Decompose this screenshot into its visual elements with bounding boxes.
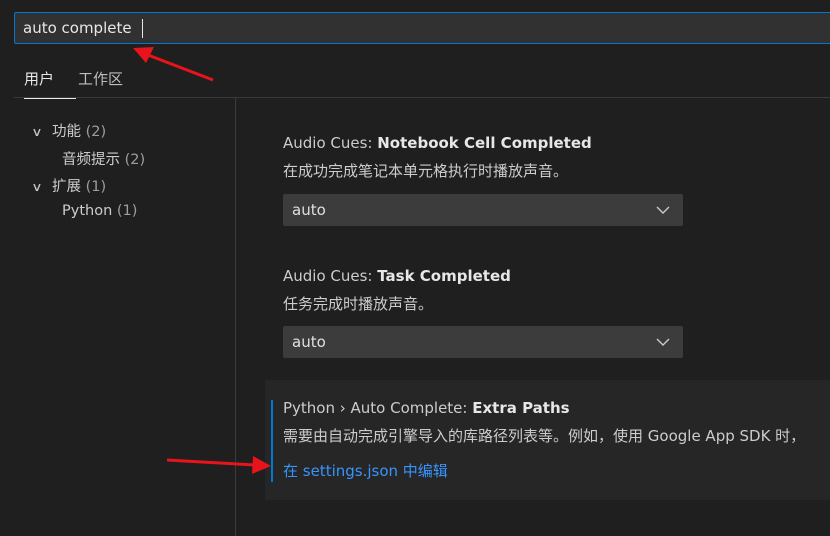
edit-in-settings-json-link[interactable]: 在 settings.json 中编辑 [283,460,448,481]
settings-scope-tabs: 用户 工作区 [14,60,830,99]
setting-title: Audio Cues: Task Completed [283,267,830,285]
tab-workspace[interactable]: 工作区 [78,68,123,98]
toc-item-count: (1) [116,203,138,219]
tab-workspace-label: 工作区 [78,70,124,88]
setting-category: Audio Cues: [283,267,378,285]
tab-user-label: 用户 [24,70,55,88]
setting-title: Python › Auto Complete: Extra Paths [283,399,830,417]
setting-name: Extra Paths [472,399,570,417]
setting-description: 任务完成时播放声音。 [283,295,434,313]
chevron-down-icon[interactable]: ∨ [31,125,54,139]
select-value: auto [292,201,326,219]
setting-name: Notebook Cell Completed [377,134,592,152]
toc-item-label: 音频提示 [62,152,120,168]
settings-toc: ∨ 功能 (2) 音频提示 (2) ∨ 扩展 (1) Python (1) [0,98,236,536]
setting-title: Audio Cues: Notebook Cell Completed [283,134,830,152]
setting-task-completed: Audio Cues: Task Completed 任务完成时播放声音。 [283,267,830,314]
toc-item-count: (2) [85,124,107,140]
focus-indicator [271,400,273,482]
settings-search-box[interactable] [14,12,830,44]
setting-category: Audio Cues: [283,134,378,152]
setting-python-extra-paths: Python › Auto Complete: Extra Paths 需要由自… [283,399,830,446]
setting-name: Task Completed [377,267,511,285]
toc-item-label: 扩展 [52,179,81,195]
task-completed-select[interactable]: auto [283,326,683,358]
tab-user[interactable]: 用户 [24,68,76,99]
toc-item-count: (1) [85,179,107,195]
chevron-down-icon [656,206,670,214]
select-value: auto [292,333,326,351]
text-caret [142,19,143,38]
notebook-cell-completed-select[interactable]: auto [283,194,683,226]
setting-description: 需要由自动完成引擎导入的库路径列表等。例如，使用 Google App SDK … [283,427,806,445]
toc-item-count: (2) [124,152,146,168]
setting-notebook-cell-completed: Audio Cues: Notebook Cell Completed 在成功完… [283,134,830,181]
toc-item-label: 功能 [52,124,81,140]
chevron-down-icon [656,338,670,346]
toc-item-extensions[interactable]: ∨ 扩展 (1) [31,175,107,196]
toc-item-python[interactable]: Python (1) [62,203,137,219]
setting-category: Python › Auto Complete: [283,399,473,417]
chevron-down-icon[interactable]: ∨ [31,180,54,194]
toc-item-audio-cues[interactable]: 音频提示 (2) [62,148,145,169]
settings-search-input[interactable] [23,13,623,43]
toc-item-label: Python [62,203,113,219]
toc-item-features[interactable]: ∨ 功能 (2) [31,120,107,141]
setting-description: 在成功完成笔记本单元格执行时播放声音。 [283,162,569,180]
